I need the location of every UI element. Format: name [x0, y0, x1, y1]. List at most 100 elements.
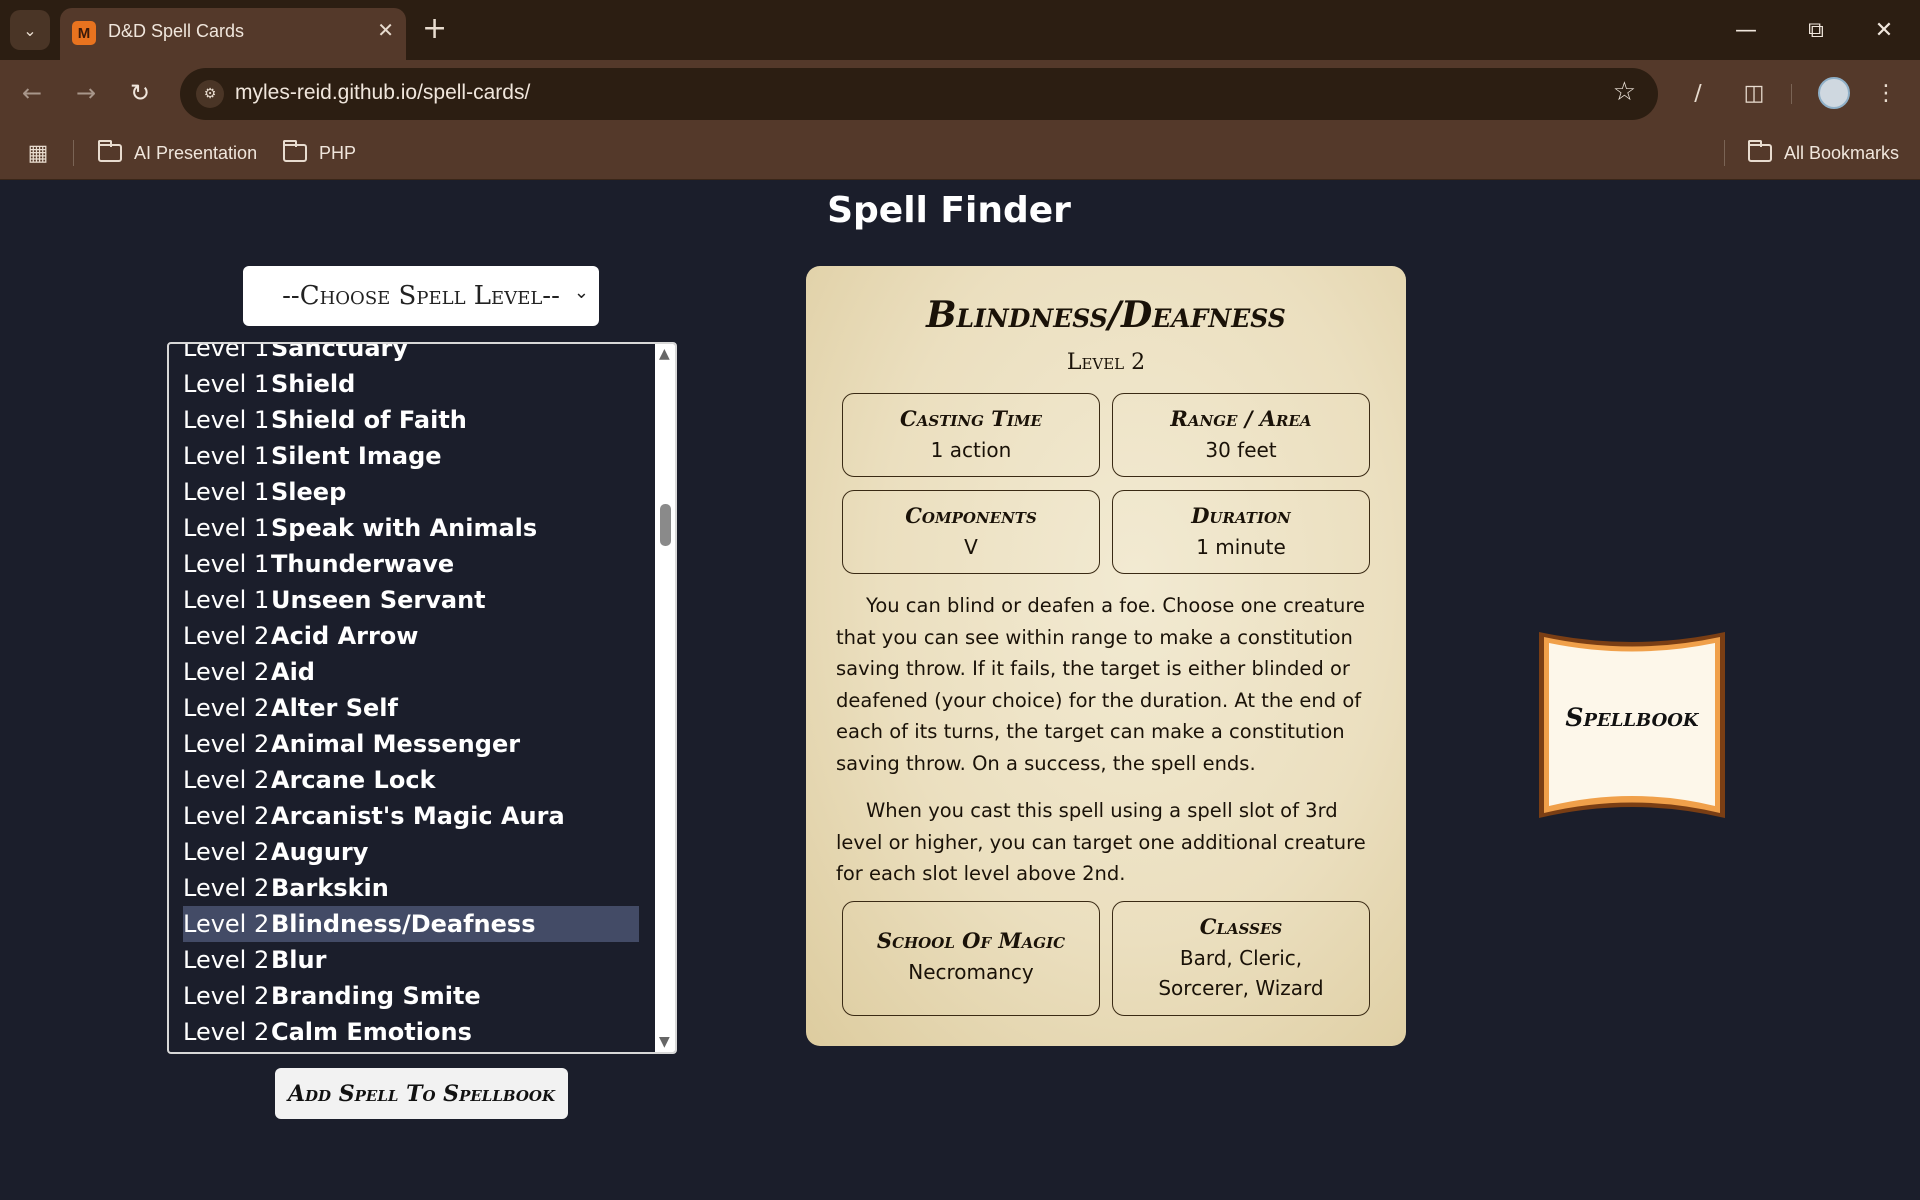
spell-list-item[interactable]: Level 2 Aid: [169, 654, 645, 690]
spell-list-item-level: Level 1: [183, 478, 270, 506]
add-spell-to-spellbook-button[interactable]: Add Spell To Spellbook: [275, 1068, 568, 1119]
spell-list-item[interactable]: Level 2 Blindness/Deafness: [183, 906, 639, 942]
classes-value: Bard, Cleric, Sorcerer, Wizard: [1158, 946, 1324, 1000]
spell-list-item[interactable]: Level 2 Animal Messenger: [169, 726, 645, 762]
eyedropper-extension-icon[interactable]: ∕: [1680, 75, 1716, 111]
scrollbar-thumb[interactable]: [660, 504, 671, 546]
duration-box: Duration 1 minute: [1112, 490, 1370, 574]
spell-list-item[interactable]: Level 1 Thunderwave: [169, 546, 645, 582]
spell-list-item[interactable]: Level 2 Blur: [169, 942, 645, 978]
bookmark-folder-php[interactable]: PHP: [283, 139, 356, 167]
bookmark-label: AI Presentation: [134, 142, 258, 163]
spell-list-item[interactable]: Level 2 Arcane Lock: [169, 762, 645, 798]
description-paragraph: When you cast this spell using a spell s…: [836, 799, 1366, 885]
bookmark-label: PHP: [319, 142, 357, 163]
spell-list-item[interactable]: Level 1 Sanctuary: [169, 342, 645, 366]
close-window-icon[interactable]: ✕: [1864, 12, 1904, 48]
spell-list-item-level: Level 1: [183, 342, 270, 362]
school-of-magic-label: School Of Magic: [876, 928, 1066, 953]
spell-list-item-name: Calm Emotions: [271, 1018, 472, 1046]
folder-icon: [283, 140, 307, 162]
spell-list-item-level: Level 2: [183, 946, 270, 974]
spell-list-items: Level 1 Sanctuary Level 1 Shield Level 1 Shie…: [169, 342, 659, 1052]
bookmark-star-icon[interactable]: ☆: [1613, 77, 1636, 107]
more-menu-icon[interactable]: ⋮: [1868, 75, 1904, 111]
scroll-up-arrow-icon[interactable]: ▲: [659, 347, 670, 361]
range-area-value: 30 feet: [1205, 438, 1277, 462]
forward-arrow-icon[interactable]: →: [68, 75, 104, 111]
spell-list-item[interactable]: Level 2 Branding Smite: [169, 978, 645, 1014]
profile-avatar[interactable]: [1818, 77, 1850, 109]
spell-list-item-level: Level 1: [183, 406, 270, 434]
all-bookmarks-button[interactable]: All Bookmarks: [1748, 139, 1899, 167]
spell-list-item-level: Level 2: [183, 910, 270, 938]
spell-list-item[interactable]: Level 2 Augury: [169, 834, 645, 870]
spell-list-item[interactable]: Level 1 Shield: [169, 366, 645, 402]
spell-level-select-value: --Choose Spell Level--: [282, 281, 560, 311]
spell-list-item[interactable]: Level 2 Barkskin: [169, 870, 645, 906]
site-favicon-icon: M: [72, 21, 96, 45]
spell-list-item-level: Level 2: [183, 658, 270, 686]
spell-list-item-name: Arcane Lock: [271, 766, 436, 794]
classes-label: Classes: [1199, 914, 1283, 939]
spell-list-item[interactable]: Level 1 Unseen Servant: [169, 582, 645, 618]
casting-time-value: 1 action: [930, 438, 1012, 462]
browser-tab[interactable]: M D&D Spell Cards ✕: [60, 8, 406, 60]
bookmarks-divider: [1724, 140, 1725, 166]
scroll-down-arrow-icon[interactable]: ▼: [659, 1035, 670, 1049]
components-label: Components: [905, 503, 1037, 528]
browser-toolbar: ← → ↻ ⚙ myles-reid.github.io/spell-cards…: [0, 60, 1920, 126]
address-bar[interactable]: ⚙ myles-reid.github.io/spell-cards/ ☆: [180, 68, 1658, 120]
minimize-icon[interactable]: —: [1726, 12, 1766, 48]
spell-list-item[interactable]: Level 2 Acid Arrow: [169, 618, 645, 654]
range-area-label: Range / Area: [1170, 406, 1312, 431]
spell-list-item-level: Level 2: [183, 622, 270, 650]
spellbook-button[interactable]: Spellbook: [1535, 628, 1729, 822]
tab-search-chevron-icon[interactable]: ⌄: [10, 10, 50, 50]
page-title: Spell Finder: [827, 190, 1071, 231]
spell-list-item[interactable]: Level 2 Arcanist's Magic Aura: [169, 798, 645, 834]
spell-list-item-name: Sanctuary: [271, 342, 409, 362]
spell-list-item-name: Aid: [271, 658, 315, 686]
spell-level-select[interactable]: --Choose Spell Level-- ⌄: [243, 266, 599, 326]
new-tab-plus-icon[interactable]: +: [422, 12, 447, 46]
apps-grid-icon[interactable]: ▦: [24, 139, 52, 167]
spell-list-item-name: Speak with Animals: [271, 514, 538, 542]
spell-list-item[interactable]: Level 1 Silent Image: [169, 438, 645, 474]
chevron-down-icon: ⌄: [573, 282, 589, 303]
spell-list-item-name: Animal Messenger: [271, 730, 521, 758]
spell-list-item[interactable]: Level 2 Calm Emotions: [169, 1014, 645, 1050]
spell-card: Blindness/Deafness Level 2 Casting Time …: [806, 266, 1406, 1046]
bookmarks-bar: ▦ AI Presentation PHP All Bookmarks: [0, 126, 1920, 180]
spell-list-item-name: Shield: [271, 370, 356, 398]
spell-list-item[interactable]: Level 1 Shield of Faith: [169, 402, 645, 438]
spell-list-item-name: Alter Self: [271, 694, 398, 722]
components-box: Components V: [842, 490, 1100, 574]
spell-description: You can blind or deafen a foe. Choose on…: [836, 590, 1384, 906]
spell-list-item-level: Level 2: [183, 730, 270, 758]
spell-list-item-level: Level 2: [183, 874, 270, 902]
url-text[interactable]: myles-reid.github.io/spell-cards/: [235, 81, 530, 105]
bookmark-folder-ai-presentation[interactable]: AI Presentation: [98, 139, 257, 167]
spell-list-item[interactable]: Level 1 Sleep: [169, 474, 645, 510]
restore-window-icon[interactable]: ⧉: [1796, 12, 1836, 48]
school-of-magic-box: School Of Magic Necromancy: [842, 901, 1100, 1016]
spell-list-item-name: Shield of Faith: [271, 406, 467, 434]
spell-list-item[interactable]: Level 2Continual Flame: [169, 1050, 645, 1052]
reload-icon[interactable]: ↻: [122, 75, 158, 111]
duration-value: 1 minute: [1196, 535, 1286, 559]
site-info-icon[interactable]: ⚙: [196, 80, 224, 108]
spell-list-item[interactable]: Level 1 Speak with Animals: [169, 510, 645, 546]
extensions-puzzle-icon[interactable]: ◫: [1736, 75, 1772, 111]
spell-list-item-level: Level 2: [183, 802, 270, 830]
spell-list-item[interactable]: Level 2 Alter Self: [169, 690, 645, 726]
spell-list[interactable]: Level 1 Sanctuary Level 1 Shield Level 1 Shie…: [167, 342, 677, 1054]
spell-list-scrollbar[interactable]: ▲ ▼: [655, 344, 675, 1052]
spell-list-item-name: Thunderwave: [271, 550, 455, 578]
school-of-magic-value: Necromancy: [908, 960, 1034, 984]
back-arrow-icon[interactable]: ←: [14, 75, 50, 111]
spell-name: Blindness/Deafness: [926, 294, 1286, 336]
tab-close-icon[interactable]: ✕: [377, 18, 394, 42]
classes-box: Classes Bard, Cleric, Sorcerer, Wizard: [1112, 901, 1370, 1016]
spell-list-item-name: Arcanist's Magic Aura: [271, 802, 565, 830]
